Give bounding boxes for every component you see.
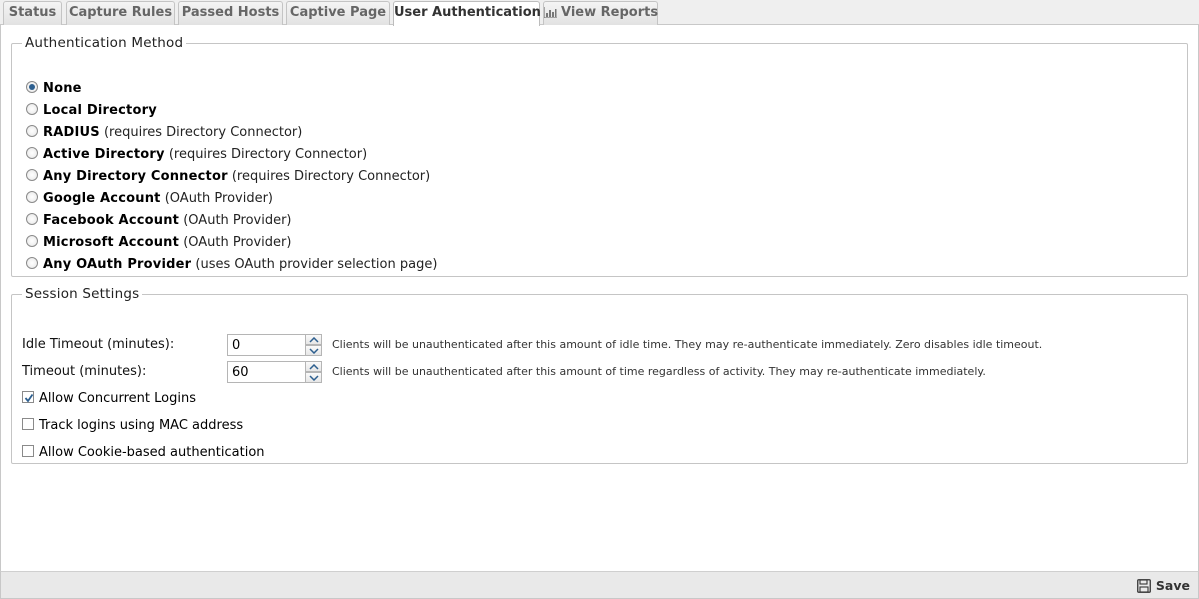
- tab-user-authentication[interactable]: User Authentication: [393, 1, 541, 26]
- idle-timeout-input[interactable]: [227, 334, 305, 356]
- authentication-method-legend: Authentication Method: [25, 35, 184, 51]
- auth-option-radius[interactable]: RADIUS (requires Directory Connector): [26, 124, 302, 142]
- idle-timeout-spinner: [227, 334, 322, 356]
- allow-cookie-auth-checkbox[interactable]: [22, 445, 34, 457]
- bar-chart-icon: [543, 4, 557, 25]
- idle-timeout-help: Clients will be unauthenticated after th…: [332, 338, 1043, 351]
- auth-option-none[interactable]: None: [26, 80, 82, 98]
- timeout-decrement[interactable]: [305, 372, 322, 383]
- radio-any-directory-connector[interactable]: [26, 169, 38, 181]
- radio-local-directory[interactable]: [26, 103, 38, 115]
- chevron-up-icon: [309, 364, 319, 370]
- session-settings-group: Session Settings Idle Timeout (minutes):…: [11, 286, 1188, 464]
- auth-option-microsoft-account[interactable]: Microsoft Account (OAuth Provider): [26, 234, 291, 252]
- radio-facebook-account[interactable]: [26, 213, 38, 225]
- tab-status[interactable]: Status: [3, 1, 62, 25]
- auth-option-any-oauth-provider[interactable]: Any OAuth Provider (uses OAuth provider …: [26, 256, 437, 274]
- tab-view-reports[interactable]: View Reports: [543, 1, 658, 25]
- chevron-up-icon: [309, 337, 319, 343]
- timeout-input[interactable]: [227, 361, 305, 383]
- track-logins-mac-checkbox[interactable]: [22, 418, 34, 430]
- timeout-label: Timeout (minutes):: [22, 364, 147, 379]
- auth-option-local-directory[interactable]: Local Directory: [26, 102, 157, 120]
- chevron-down-icon: [309, 348, 319, 354]
- timeout-help: Clients will be unauthenticated after th…: [332, 365, 986, 378]
- track-logins-mac-row[interactable]: Track logins using MAC address: [22, 417, 243, 435]
- radio-active-directory[interactable]: [26, 147, 38, 159]
- checkmark-icon: [24, 393, 34, 403]
- authentication-method-group: Authentication Method None Local Directo…: [11, 35, 1188, 277]
- tab-bar: Status Capture Rules Passed Hosts Captiv…: [0, 0, 1199, 26]
- allow-concurrent-logins-row[interactable]: Allow Concurrent Logins: [22, 390, 196, 408]
- tab-captive-page[interactable]: Captive Page: [286, 1, 390, 25]
- auth-option-any-directory-connector[interactable]: Any Directory Connector (requires Direct…: [26, 168, 430, 186]
- radio-any-oauth-provider[interactable]: [26, 257, 38, 269]
- auth-option-active-directory[interactable]: Active Directory (requires Directory Con…: [26, 146, 367, 164]
- allow-cookie-auth-row[interactable]: Allow Cookie-based authentication: [22, 444, 265, 462]
- tab-passed-hosts[interactable]: Passed Hosts: [178, 1, 283, 25]
- idle-timeout-decrement[interactable]: [305, 345, 322, 356]
- tab-view-reports-label: View Reports: [561, 5, 659, 20]
- allow-concurrent-logins-checkbox[interactable]: [22, 391, 34, 403]
- session-settings-legend: Session Settings: [25, 286, 140, 302]
- chevron-down-icon: [309, 375, 319, 381]
- floppy-disk-icon: [1137, 579, 1151, 593]
- tab-capture-rules[interactable]: Capture Rules: [66, 1, 175, 25]
- radio-microsoft-account[interactable]: [26, 235, 38, 247]
- idle-timeout-increment[interactable]: [305, 334, 322, 345]
- radio-google-account[interactable]: [26, 191, 38, 203]
- radio-none[interactable]: [26, 81, 38, 93]
- content-panel: Authentication Method None Local Directo…: [0, 25, 1199, 599]
- radio-radius[interactable]: [26, 125, 38, 137]
- footer-toolbar: Save: [0, 571, 1199, 599]
- auth-option-google-account[interactable]: Google Account (OAuth Provider): [26, 190, 273, 208]
- idle-timeout-label: Idle Timeout (minutes):: [22, 337, 175, 352]
- timeout-increment[interactable]: [305, 361, 322, 372]
- auth-option-facebook-account[interactable]: Facebook Account (OAuth Provider): [26, 212, 292, 230]
- save-button[interactable]: Save: [1137, 576, 1190, 596]
- timeout-spinner: [227, 361, 322, 383]
